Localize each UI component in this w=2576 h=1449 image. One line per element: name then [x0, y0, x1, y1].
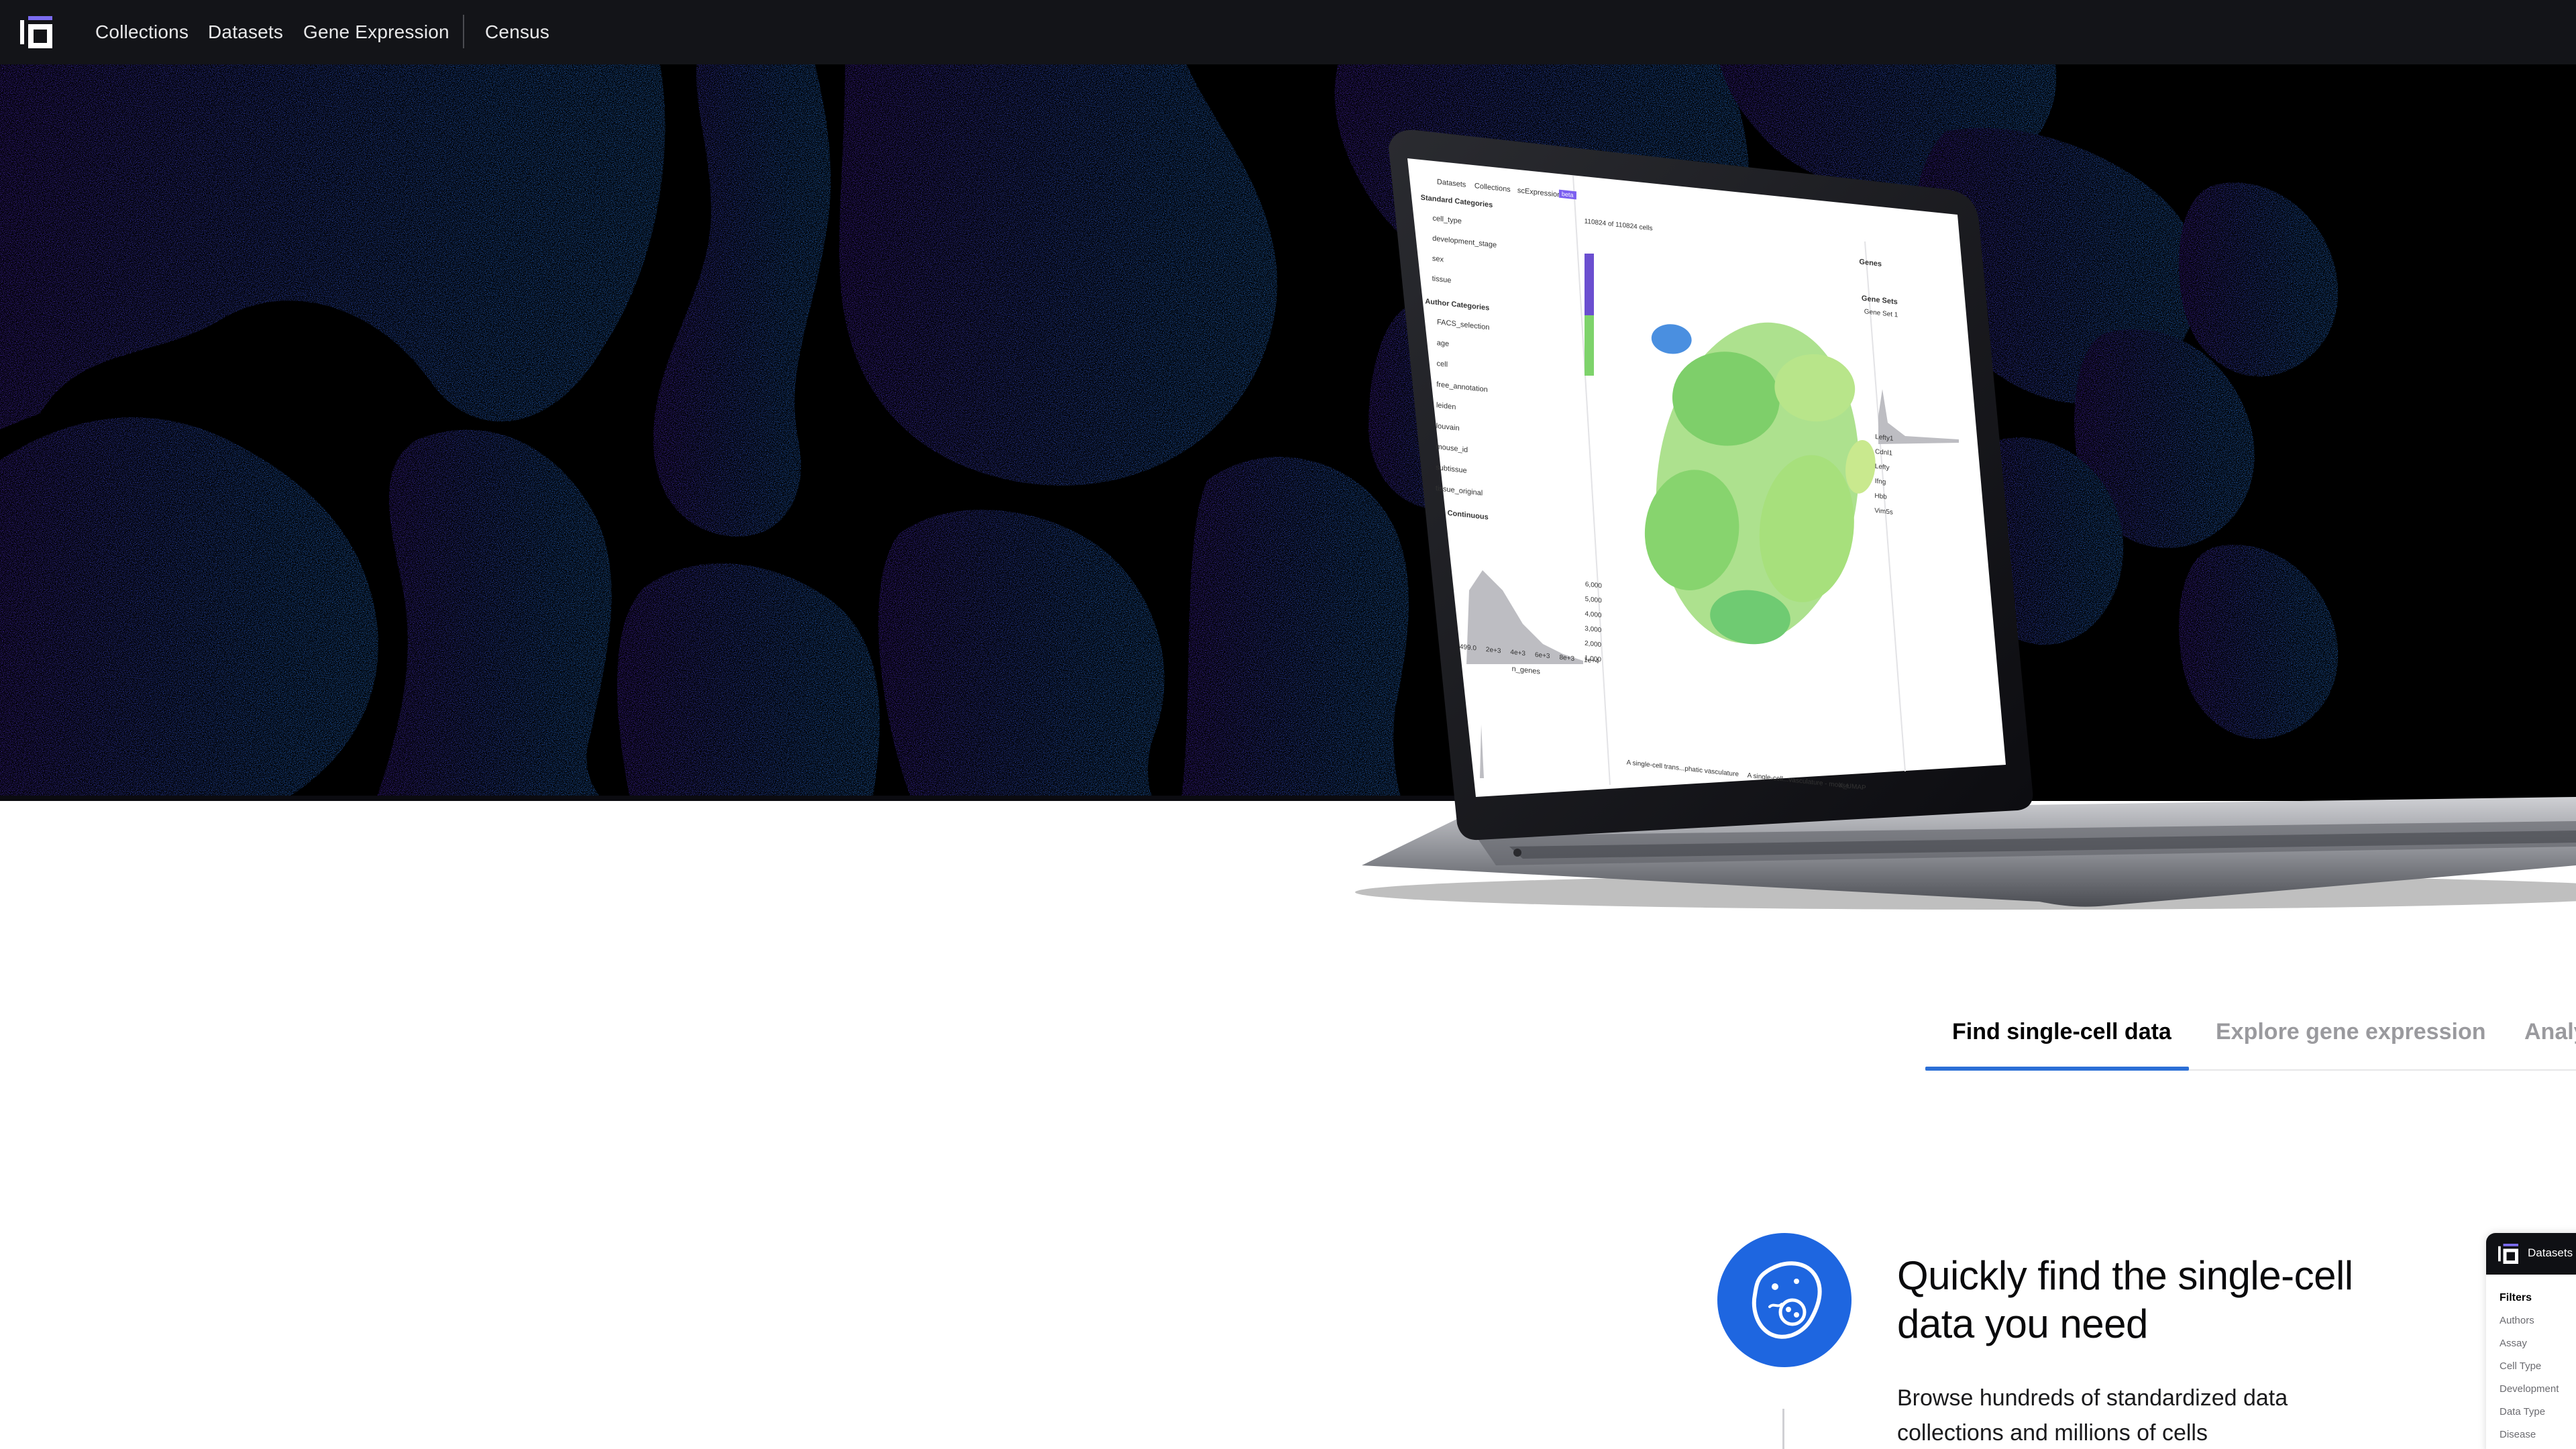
tab-explore-gene-expression[interactable]: Explore gene expression	[2216, 1006, 2486, 1071]
screen-histogram-tick: 2e+3	[1485, 646, 1501, 655]
feature-connector-line	[1782, 1409, 1784, 1449]
screen-embedding-label: A single-cell trans...phatic vasculature	[1626, 759, 1739, 779]
feature-description: Browse hundreds of standardized data col…	[1897, 1385, 2288, 1446]
screen-histogram-y-tick: 6,000	[1585, 580, 1602, 590]
screen-cell-count: 110824 of 110824 cells	[1584, 217, 1653, 233]
screen-histogram-y-tick: 5,000	[1585, 595, 1602, 605]
hero-banner	[0, 64, 2576, 801]
preview-filter-disease: Disease	[2500, 1429, 2536, 1440]
feature-title: Quickly find the single-cell data you ne…	[1897, 1253, 2353, 1346]
screen-histogram-tick: 499.0	[1459, 643, 1477, 653]
nav-link-census[interactable]: Census	[485, 20, 549, 44]
screen-gene: Lefty	[1874, 462, 1890, 472]
cellxgene-logo-icon	[2498, 1244, 2518, 1264]
preview-filter-assay: Assay	[2500, 1338, 2527, 1349]
screen-beta-badge: beta	[1558, 189, 1576, 200]
screen-umap-label: X_UMAP	[1838, 782, 1866, 792]
laptop-screen-app: Datasets Collections scExpression beta S…	[1411, 173, 1994, 838]
tab-find-single-cell-data[interactable]: Find single-cell data	[1952, 1006, 2171, 1071]
screen-histogram-y-tick: 3,000	[1585, 625, 1602, 635]
screen-histogram-ticks: 499.0 2e+3 4e+3 6e+3 8e+3 1e+4	[1460, 643, 1599, 665]
screen-histogram-y-tick: 1,000	[1584, 654, 1601, 664]
feature-icon-circle	[1717, 1233, 1851, 1367]
screen-gene-sets-title: Gene Sets	[1861, 294, 1898, 307]
screen-nav-app: scExpression	[1517, 186, 1562, 199]
screen-author-categories-list: FACS_selection age cell free_annotation …	[1436, 312, 1490, 504]
preview-header-label: Datasets	[2528, 1246, 2573, 1259]
preview-filter-development: Development	[2500, 1383, 2559, 1395]
nav-divider	[463, 15, 464, 48]
screen-gene: Ifng	[1874, 477, 1886, 486]
screen-gene: Cdnl1	[1874, 447, 1893, 458]
screen-histogram-y-ticks: 6,000 5,000 4,000 3,000 2,000 1,000	[1585, 578, 1602, 668]
screen-gene: Vim5s	[1874, 506, 1893, 517]
hero-bottom-edge	[0, 796, 1476, 801]
screen-genes-title: Genes	[1859, 258, 1882, 269]
datasets-preview-panel: Datasets Filters Authors Assay Cell Type…	[2486, 1233, 2576, 1449]
screen-nav-collections: Collections	[1474, 182, 1511, 194]
preview-filter-data-type: Data Type	[2500, 1406, 2546, 1417]
screen-histogram-y-tick: 4,000	[1585, 610, 1602, 620]
screen-embedding-select: A single-cell...vasculature - mouse	[1747, 771, 1849, 790]
screen-histogram-y-tick: 2,000	[1585, 639, 1602, 649]
screen-histogram-tick: 4e+3	[1510, 648, 1526, 658]
preview-filters-title: Filters	[2500, 1292, 2532, 1303]
preview-header: Datasets	[2486, 1233, 2576, 1275]
preview-filter-authors: Authors	[2500, 1315, 2534, 1326]
screen-standard-categories-list: cell_type development_stage sex tissue	[1432, 209, 1497, 296]
nav-link-datasets[interactable]: Datasets	[208, 20, 283, 44]
preview-filter-cell-type: Cell Type	[2500, 1360, 2542, 1372]
screen-gene: Lefty1	[1875, 433, 1894, 443]
screen-continuous-title: Continuous	[1447, 508, 1489, 522]
hero-tissue-image	[0, 64, 2576, 801]
active-tab-indicator	[1925, 1067, 2189, 1071]
top-navigation-bar: Collections Datasets Gene Expression Cen…	[0, 0, 2576, 64]
screen-gene-set-label: Gene Set 1	[1864, 308, 1898, 319]
screen-histogram-label: n_genes	[1511, 665, 1540, 676]
page: Collections Datasets Gene Expression Cen…	[0, 0, 2576, 1449]
screen-gene-list: Lefty1 Cdnl1 Lefty Ifng Hbb Vim5s	[1874, 430, 1894, 521]
screen-author-categories-title: Author Categories	[1425, 297, 1490, 313]
screen-gene: Hbb	[1874, 492, 1887, 501]
cell-icon	[1752, 1261, 1822, 1339]
tab-analyze[interactable]: Analyze	[2524, 1006, 2576, 1071]
screen-histogram-tick: 8e+3	[1559, 653, 1575, 663]
cellxgene-logo-icon[interactable]	[20, 16, 52, 48]
screen-histogram-tick: 6e+3	[1534, 651, 1550, 661]
screen-standard-categories-title: Standard Categories	[1420, 193, 1493, 210]
nav-link-collections[interactable]: Collections	[95, 20, 189, 44]
nav-link-gene-expression[interactable]: Gene Expression	[303, 20, 449, 44]
screen-nav-datasets: Datasets	[1436, 178, 1466, 189]
